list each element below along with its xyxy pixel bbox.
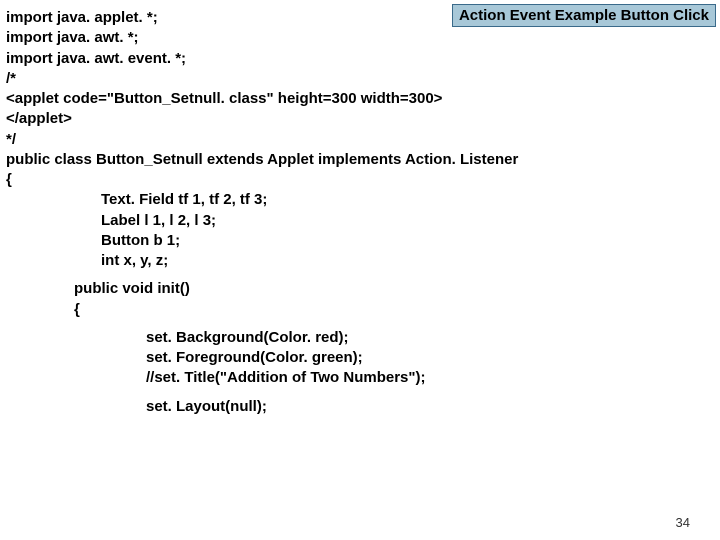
code-line: set. Layout(null);: [6, 397, 518, 417]
code-line: </applet>: [6, 109, 518, 129]
page-number: 34: [676, 515, 690, 530]
code-line: <applet code="Button_Setnull. class" hei…: [6, 89, 518, 109]
code-line: Text. Field tf 1, tf 2, tf 3;: [6, 190, 518, 210]
code-line: set. Foreground(Color. green);: [6, 348, 518, 368]
code-line: {: [6, 300, 518, 320]
code-line: Label l 1, l 2, l 3;: [6, 211, 518, 231]
code-line: {: [6, 170, 518, 190]
code-line: /*: [6, 69, 518, 89]
code-line: import java. applet. *;: [6, 8, 518, 28]
code-line: public class Button_Setnull extends Appl…: [6, 150, 518, 170]
code-line: import java. awt. *;: [6, 28, 518, 48]
code-line: int x, y, z;: [6, 251, 518, 271]
code-line: */: [6, 130, 518, 150]
code-content: import java. applet. *; import java. awt…: [6, 8, 518, 417]
code-line: //set. Title("Addition of Two Numbers");: [6, 368, 518, 388]
code-line: public void init(): [6, 279, 518, 299]
code-line: set. Background(Color. red);: [6, 328, 518, 348]
code-line: Button b 1;: [6, 231, 518, 251]
code-line: import java. awt. event. *;: [6, 49, 518, 69]
